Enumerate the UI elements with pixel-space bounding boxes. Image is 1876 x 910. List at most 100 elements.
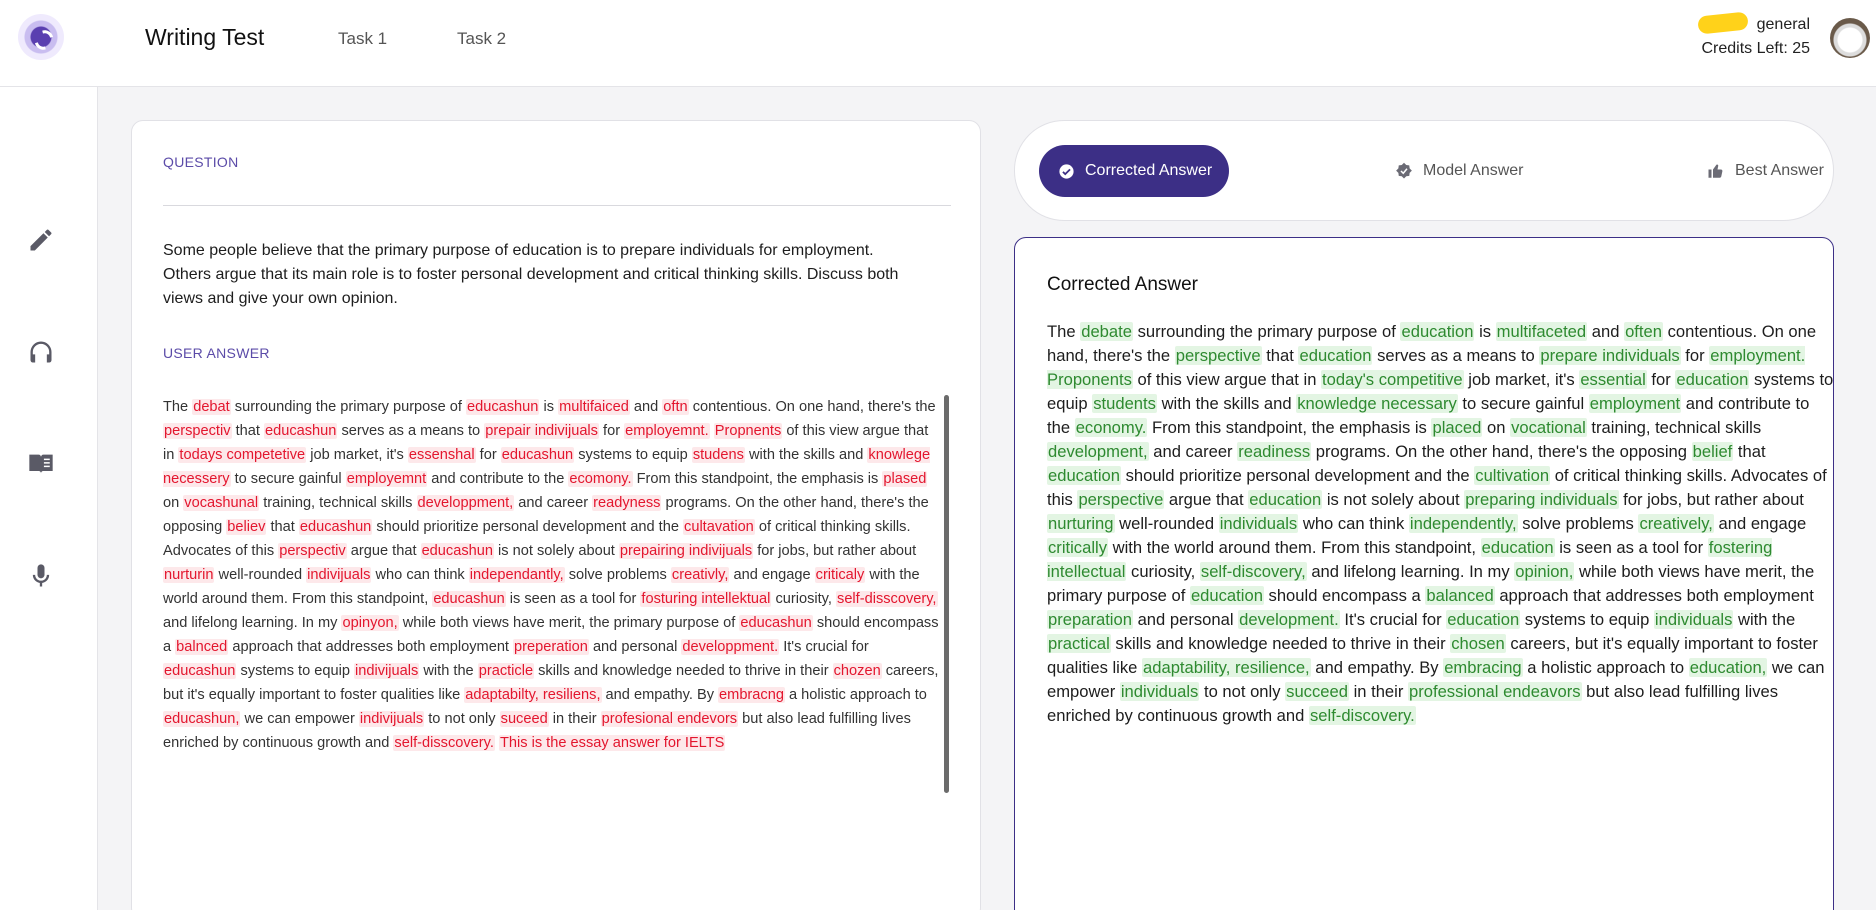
tab-task-1[interactable]: Task 1 — [338, 29, 387, 49]
misspelled-word: perspectiv — [278, 543, 347, 559]
thumbs-up-icon — [1707, 162, 1725, 180]
question-panel: QUESTION Some people believe that the pr… — [131, 120, 981, 910]
misspelled-word: educashun — [163, 663, 237, 679]
corrected-word: self-discovery, — [1199, 562, 1307, 581]
user-answer-label: USER ANSWER — [163, 345, 270, 361]
corrected-word: perspective — [1077, 490, 1165, 509]
tab-label: Corrected Answer — [1085, 162, 1213, 179]
misspelled-word: preperation — [513, 639, 589, 655]
misspelled-word: developpment, — [416, 495, 515, 511]
misspelled-word: educashun, — [163, 711, 241, 727]
misspelled-word: prepair indivijuals — [484, 423, 599, 439]
misspelled-word: believ — [226, 519, 267, 535]
misspelled-word: debat — [192, 399, 231, 415]
corrected-word: development. — [1238, 610, 1340, 629]
corrected-word: belief — [1691, 442, 1734, 461]
corrected-word: preparation — [1047, 610, 1133, 629]
misspelled-word: oftn — [662, 399, 689, 415]
corrected-answer-panel: Corrected Answer The debate surrounding … — [1014, 237, 1834, 910]
result-tabs: Corrected Answer Model Answer Best Answe… — [1014, 120, 1834, 221]
corrected-word: individuals — [1119, 682, 1200, 701]
user-name: general — [1696, 11, 1810, 35]
corrected-word: economy. — [1074, 418, 1148, 437]
misspelled-word: multifaiced — [558, 399, 630, 415]
corrected-word: embracing — [1443, 658, 1523, 677]
corrected-word: creatively, — [1638, 514, 1714, 533]
app-logo[interactable] — [18, 14, 64, 60]
corrected-word: often — [1624, 322, 1663, 341]
corrected-word: employment — [1588, 394, 1682, 413]
corrected-word: self-discovery. — [1308, 706, 1416, 725]
misspelled-word: educashun — [420, 543, 494, 559]
misspelled-word: indivijuals — [358, 711, 425, 727]
misspelled-word: self-disscovery. — [393, 735, 495, 751]
corrected-answer-title: Corrected Answer — [1047, 274, 1199, 295]
corrected-word: education — [1675, 370, 1750, 389]
corrected-word: practical — [1047, 634, 1111, 653]
corrected-word: individuals — [1653, 610, 1734, 629]
corrected-word: debate — [1080, 322, 1133, 341]
corrected-word: succeed — [1285, 682, 1349, 701]
app-title: Writing Test — [145, 24, 265, 50]
corrected-word: essential — [1579, 370, 1647, 389]
tab-label: Model Answer — [1423, 162, 1524, 179]
tab-corrected-answer[interactable]: Corrected Answer — [1039, 145, 1229, 197]
corrected-word: today's competitive — [1321, 370, 1464, 389]
corrected-word: education — [1446, 610, 1521, 629]
pencil-icon[interactable] — [24, 223, 58, 257]
misspelled-word: employemnt. — [624, 423, 710, 439]
misspelled-word: self-disscovery, — [836, 591, 938, 607]
scrollbar[interactable] — [944, 395, 949, 793]
microphone-icon[interactable] — [24, 559, 58, 593]
corrected-word: nurturing — [1047, 514, 1115, 533]
corrected-word: fostering intellectual — [1047, 538, 1773, 581]
misspelled-word: indivijuals — [354, 663, 420, 679]
tab-model-answer[interactable]: Model Answer — [1395, 145, 1524, 197]
misspelled-word: embracng — [718, 687, 785, 703]
corrected-word: education — [1047, 466, 1121, 485]
tab-best-answer[interactable]: Best Answer — [1707, 145, 1824, 197]
misspelled-word: developpment. — [681, 639, 780, 655]
corrected-word: critically — [1047, 538, 1109, 557]
corrected-word: education — [1480, 538, 1555, 557]
corrected-word: individuals — [1218, 514, 1299, 533]
corrected-word: opinion, — [1514, 562, 1575, 581]
misspelled-word: balnced — [175, 639, 229, 655]
corrected-word: professional endeavors — [1407, 682, 1582, 701]
misspelled-word: ecomony. — [568, 471, 633, 487]
misspelled-word: This is the essay answer for IELTS — [498, 735, 726, 751]
user-answer-scroll-area[interactable]: The debat surrounding the primary purpos… — [163, 395, 943, 795]
corrected-word: education — [1400, 322, 1475, 341]
misspelled-word: educashun — [263, 423, 338, 439]
corrected-word: education — [1248, 490, 1323, 509]
misspelled-word: readyness — [592, 495, 662, 511]
check-circle-icon — [1057, 162, 1075, 180]
misspelled-word: chozen — [832, 663, 882, 679]
misspelled-word: educashun — [298, 519, 373, 535]
misspelled-word: educashun — [432, 591, 506, 607]
headphones-icon[interactable] — [24, 335, 58, 369]
avatar[interactable] — [1830, 18, 1870, 58]
misspelled-word: prepairing indivijuals — [618, 543, 754, 559]
corrected-word: education, — [1688, 658, 1768, 677]
corrected-word: students — [1092, 394, 1157, 413]
misspelled-word: perspectiv — [163, 423, 232, 439]
misspelled-word: profesional endevors — [600, 711, 739, 727]
question-label: QUESTION — [163, 154, 239, 170]
corrected-word: vocational — [1510, 418, 1587, 437]
corrected-word: readiness — [1237, 442, 1312, 461]
misspelled-word: opinyon, — [341, 615, 399, 631]
misspelled-word: fosturing intellektual — [640, 591, 772, 607]
misspelled-word: practicle — [477, 663, 535, 679]
misspelled-word: adaptabilty, resiliens, — [464, 687, 602, 703]
corrected-word: perspective — [1174, 346, 1262, 365]
book-icon[interactable] — [24, 447, 58, 481]
tab-task-2[interactable]: Task 2 — [457, 29, 506, 49]
divider — [163, 205, 951, 206]
corrected-word: education — [1298, 346, 1373, 365]
misspelled-word: suceed — [499, 711, 549, 727]
misspelled-word: essenshal — [407, 447, 476, 463]
top-bar: Writing Test Task 1 Task 2 general Credi… — [0, 0, 1876, 87]
corrected-word: development, — [1047, 442, 1149, 461]
corrected-word: chosen — [1450, 634, 1506, 653]
